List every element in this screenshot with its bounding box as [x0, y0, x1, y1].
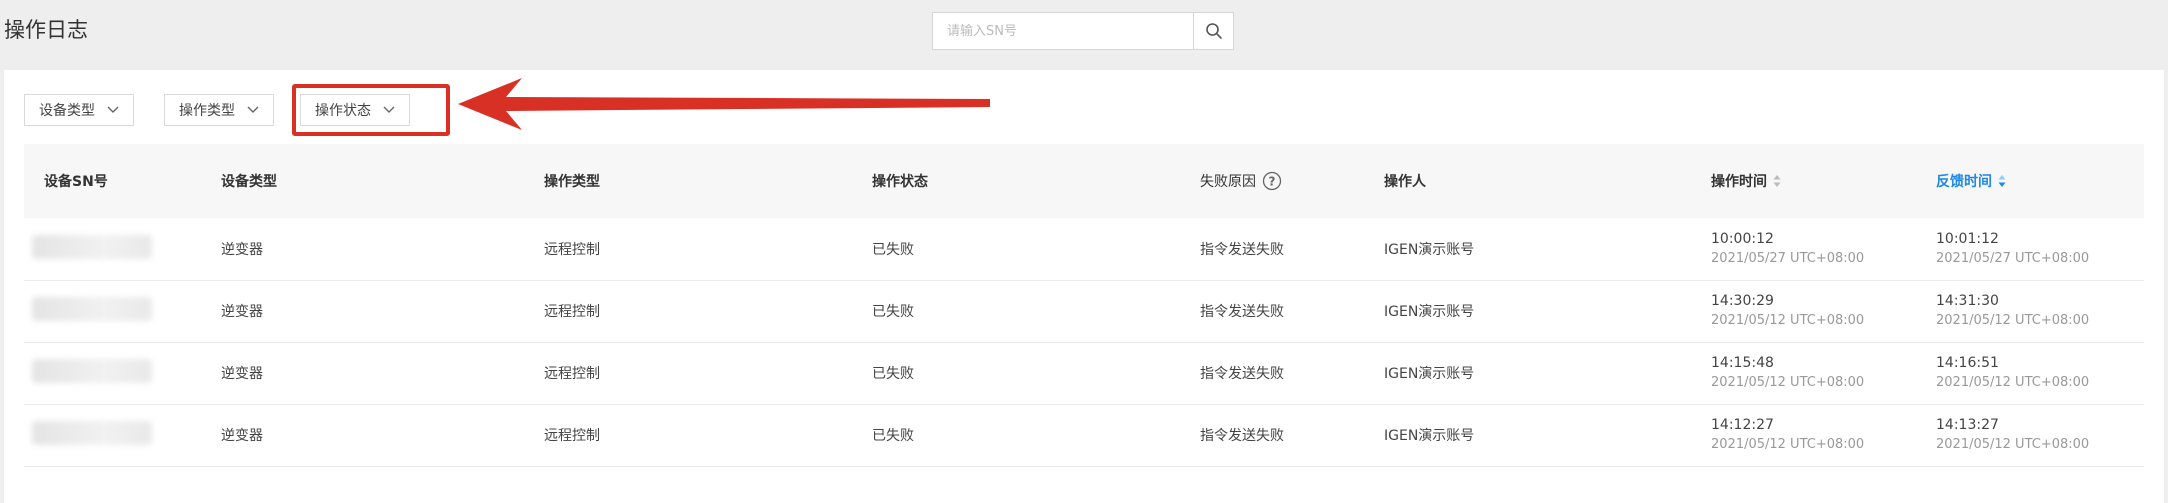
cell-operation-time: 14:12:27 2021/05/12 UTC+08:00: [1691, 404, 1916, 466]
time-value: 14:15:48: [1711, 355, 1774, 371]
annotation-arrow-icon: [458, 78, 990, 130]
table-header-row: 设备SN号 设备类型 操作类型 操作状态 失败原因 ? 操作人 操作时间 反馈时…: [24, 144, 2144, 218]
time-value: 14:16:51: [1936, 355, 1999, 371]
column-header-operation-time[interactable]: 操作时间: [1691, 144, 1916, 218]
cell-failure-reason: 指令发送失败: [1200, 366, 1284, 382]
search-button[interactable]: [1193, 13, 1233, 49]
column-header-sn: 设备SN号: [44, 174, 108, 190]
time-value: 14:12:27: [1711, 417, 1774, 433]
cell-operator: IGEN演示账号: [1384, 428, 1475, 444]
filter-label: 设备类型: [39, 103, 95, 119]
search-icon: [1205, 23, 1222, 39]
cell-status: 已失败: [872, 428, 914, 444]
date-value: 2021/05/27 UTC+08:00: [1936, 250, 2090, 266]
cell-sn: [24, 280, 201, 342]
main-card: 设备类型 操作类型 操作状态 设备SN号 设备类型 操作类型 操作状态 失败原因…: [4, 70, 2164, 503]
svg-text:?: ?: [1269, 175, 1276, 189]
date-value: 2021/05/12 UTC+08:00: [1936, 437, 2090, 452]
date-value: 2021/05/27 UTC+08:00: [1711, 250, 1865, 266]
cell-device-type: 逆变器: [221, 241, 263, 258]
annotation-highlight-box: [292, 84, 450, 136]
table-row: 逆变器 远程控制 已失败 指令发送失败 IGEN演示账号 10:00:12 20…: [24, 218, 2144, 280]
time-value: 10:01:12: [1936, 230, 1999, 247]
column-header-label: 操作时间: [1711, 174, 1767, 190]
cell-sn: [24, 342, 201, 404]
date-value: 2021/05/12 UTC+08:00: [1711, 437, 1865, 452]
cell-device-type: 逆变器: [221, 366, 263, 382]
column-header-feedback-time[interactable]: 反馈时间: [1916, 144, 2144, 218]
cell-operation-type: 远程控制: [544, 428, 600, 444]
column-header-failure-reason: 失败原因 ?: [1180, 144, 1364, 218]
date-value: 2021/05/12 UTC+08:00: [1936, 375, 2090, 390]
cell-sn: [24, 404, 201, 466]
table-row: 逆变器 远程控制 已失败 指令发送失败 IGEN演示账号 14:15:48 20…: [24, 342, 2144, 404]
column-header-operation-type: 操作类型: [544, 174, 600, 190]
table-row: 逆变器 远程控制 已失败 指令发送失败 IGEN演示账号 14:12:27 20…: [24, 404, 2144, 466]
cell-sn: [24, 218, 201, 280]
cell-operator: IGEN演示账号: [1384, 366, 1475, 382]
redacted-sn: [32, 421, 152, 445]
cell-operation-time: 10:00:12 2021/05/27 UTC+08:00: [1691, 218, 1916, 280]
time-value: 10:00:12: [1711, 230, 1774, 247]
date-value: 2021/05/12 UTC+08:00: [1936, 313, 2090, 328]
cell-operator: IGEN演示账号: [1384, 241, 1475, 258]
filter-device-type[interactable]: 设备类型: [24, 94, 134, 126]
cell-status: 已失败: [872, 366, 914, 382]
date-value: 2021/05/12 UTC+08:00: [1711, 375, 1865, 390]
chevron-down-icon: [107, 106, 119, 114]
redacted-sn: [32, 359, 152, 383]
cell-failure-reason: 指令发送失败: [1200, 241, 1284, 258]
page-title: 操作日志: [4, 18, 88, 42]
time-value: 14:31:30: [1936, 293, 1999, 309]
cell-feedback-time: 14:31:30 2021/05/12 UTC+08:00: [1916, 280, 2144, 342]
cell-operation-type: 远程控制: [544, 366, 600, 382]
help-icon[interactable]: ?: [1262, 171, 1282, 191]
cell-operation-time: 14:30:29 2021/05/12 UTC+08:00: [1691, 280, 1916, 342]
cell-device-type: 逆变器: [221, 428, 263, 444]
column-header-device-type: 设备类型: [221, 174, 277, 190]
chevron-down-icon: [247, 106, 259, 114]
cell-failure-reason: 指令发送失败: [1200, 304, 1284, 320]
cell-failure-reason: 指令发送失败: [1200, 428, 1284, 444]
cell-operation-time: 14:15:48 2021/05/12 UTC+08:00: [1691, 342, 1916, 404]
cell-operator: IGEN演示账号: [1384, 304, 1475, 320]
table-row: 逆变器 远程控制 已失败 指令发送失败 IGEN演示账号 14:30:29 20…: [24, 280, 2144, 342]
search-box: [932, 12, 1234, 50]
cell-device-type: 逆变器: [221, 304, 263, 320]
sort-icon[interactable]: [1998, 174, 2006, 188]
cell-feedback-time: 14:13:27 2021/05/12 UTC+08:00: [1916, 404, 2144, 466]
cell-status: 已失败: [872, 304, 914, 320]
date-value: 2021/05/12 UTC+08:00: [1711, 313, 1865, 328]
column-header-label: 失败原因: [1200, 174, 1256, 190]
redacted-sn: [32, 234, 152, 259]
filter-label: 操作类型: [179, 103, 235, 119]
column-header-operation-status: 操作状态: [872, 174, 928, 190]
search-input[interactable]: [933, 13, 1193, 49]
redacted-sn: [32, 297, 152, 321]
cell-feedback-time: 10:01:12 2021/05/27 UTC+08:00: [1916, 218, 2144, 280]
filter-operation-type[interactable]: 操作类型: [164, 94, 274, 126]
cell-operation-type: 远程控制: [544, 241, 600, 258]
cell-feedback-time: 14:16:51 2021/05/12 UTC+08:00: [1916, 342, 2144, 404]
time-value: 14:30:29: [1711, 293, 1774, 309]
column-header-label: 反馈时间: [1936, 174, 1992, 190]
column-header-operator: 操作人: [1384, 174, 1426, 190]
time-value: 14:13:27: [1936, 417, 1999, 433]
operation-log-table: 设备SN号 设备类型 操作类型 操作状态 失败原因 ? 操作人 操作时间 反馈时…: [24, 144, 2144, 467]
sort-icon[interactable]: [1773, 174, 1781, 188]
cell-operation-type: 远程控制: [544, 304, 600, 320]
cell-status: 已失败: [872, 241, 914, 258]
